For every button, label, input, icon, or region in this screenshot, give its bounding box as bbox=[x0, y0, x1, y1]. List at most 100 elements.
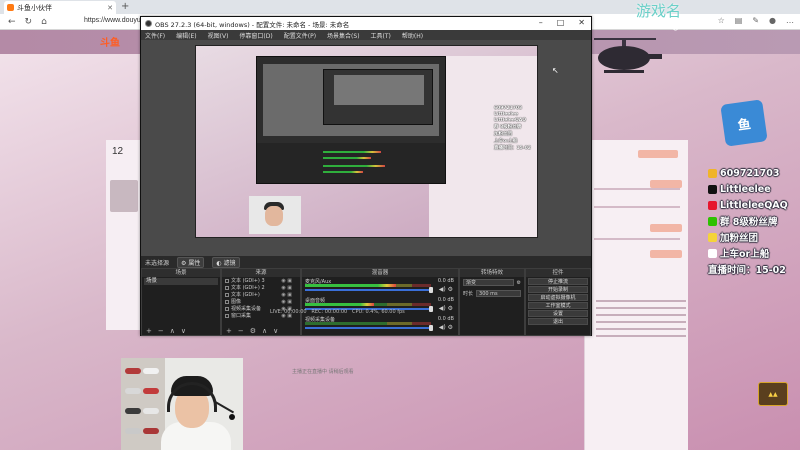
home-icon[interactable]: ⌂ bbox=[41, 17, 47, 27]
maximize-icon[interactable]: □ bbox=[557, 18, 565, 27]
obs-menu-item[interactable]: 工具(T) bbox=[371, 31, 391, 40]
mouse-cursor-icon: ↖ bbox=[552, 66, 559, 75]
obs-window: OBS 27.2.3 (64-bit, windows) - 配置文件: 未命名… bbox=[140, 16, 592, 336]
chat-badge bbox=[650, 250, 682, 258]
back-icon[interactable]: ← bbox=[8, 17, 16, 27]
source-settings-icon[interactable]: ⚙ bbox=[250, 327, 256, 335]
scenes-dock-title: 场景 bbox=[142, 269, 220, 277]
remove-source-icon[interactable]: − bbox=[238, 327, 244, 335]
duration-label: 时长 bbox=[463, 291, 474, 297]
volume-meter-level bbox=[305, 303, 375, 306]
filters-button[interactable]: ◐ 滤镜 bbox=[212, 256, 240, 268]
overlay-row: Littleelee bbox=[708, 182, 788, 196]
visibility-eye-icon[interactable]: ◉ ▣ bbox=[281, 285, 292, 291]
visibility-eye-icon[interactable]: ◉ ▣ bbox=[281, 292, 292, 298]
close-tab-icon[interactable]: ✕ bbox=[107, 4, 113, 12]
volume-slider-handle[interactable] bbox=[429, 325, 433, 331]
volume-slider-handle[interactable] bbox=[429, 287, 433, 293]
sources-dock-toolbar: + − ⚙ ∧ ∨ bbox=[222, 326, 300, 335]
obs-menu-item[interactable]: 视图(V) bbox=[208, 31, 229, 40]
remove-scene-icon[interactable]: − bbox=[158, 327, 164, 335]
overlay-row: 加粉丝团 bbox=[708, 230, 788, 244]
chat-badge bbox=[650, 180, 682, 188]
mixer-db-value: 0.0 dB bbox=[437, 297, 454, 303]
speaker-icon[interactable]: ◀) ⚙ bbox=[439, 324, 453, 331]
scene-item[interactable]: 场景 bbox=[144, 278, 218, 285]
douyu-logo[interactable]: 斗鱼 bbox=[100, 34, 120, 49]
plane-icon bbox=[708, 248, 717, 258]
obs-menu-item[interactable]: 帮助(H) bbox=[402, 31, 423, 40]
move-up-icon[interactable]: ∧ bbox=[262, 327, 267, 335]
control-button[interactable]: 开始录制 bbox=[528, 286, 588, 293]
properties-button[interactable]: ⚙ 属性 bbox=[177, 256, 205, 268]
obs-menu-item[interactable]: 场景集合(S) bbox=[327, 31, 360, 40]
source-item[interactable]: 文本 (GDI+) 3 ◉ ▣ bbox=[222, 277, 300, 284]
obs-menu-item[interactable]: 编辑(E) bbox=[176, 31, 196, 40]
obs-titlebar: OBS 27.2.3 (64-bit, windows) - 配置文件: 未命名… bbox=[141, 17, 591, 30]
add-scene-icon[interactable]: + bbox=[146, 327, 152, 335]
control-button[interactable]: 退出 bbox=[528, 318, 588, 325]
chat-line bbox=[594, 206, 680, 208]
add-source-icon[interactable]: + bbox=[226, 327, 232, 335]
sources-dock-title: 来源 bbox=[222, 269, 300, 277]
nested-obs-preview bbox=[263, 64, 439, 136]
rec-timer: REC: 00:00:00 bbox=[311, 309, 348, 315]
transition-type-select[interactable]: 渐变 bbox=[463, 279, 514, 286]
nested-webcam bbox=[249, 196, 301, 234]
new-tab-icon[interactable]: + bbox=[121, 1, 129, 12]
obs-menu-item[interactable]: 配置文件(P) bbox=[284, 31, 316, 40]
collections-icon[interactable]: ▤ bbox=[735, 16, 743, 25]
game-title: 游戏名 bbox=[636, 2, 682, 20]
obs-logo-icon bbox=[145, 20, 152, 27]
move-up-icon[interactable]: ∧ bbox=[170, 327, 175, 335]
wechat-icon bbox=[708, 216, 717, 226]
source-item[interactable]: 图像 ◉ ▣ bbox=[222, 298, 300, 305]
speaker-icon[interactable]: ◀) ⚙ bbox=[439, 305, 453, 312]
controls-dock: 控件 停止推流 开始录制 启动虚拟摄像机 工作室模式 设置 退出 bbox=[525, 268, 591, 336]
nested-overlay-text: 加粉丝团 bbox=[494, 132, 512, 137]
helicopter-artwork bbox=[594, 38, 662, 73]
game-badge-logo: 鱼 bbox=[720, 99, 768, 147]
more-icon[interactable]: … bbox=[786, 16, 794, 25]
obs-menu-item[interactable]: 文件(F) bbox=[145, 31, 165, 40]
close-window-icon[interactable]: ✕ bbox=[578, 18, 585, 27]
control-button[interactable]: 停止推流 bbox=[528, 278, 588, 285]
source-item[interactable]: 文本 (GDI+) 2 ◉ ▣ bbox=[222, 284, 300, 291]
volume-slider-handle[interactable] bbox=[429, 306, 433, 312]
refresh-icon[interactable]: ↻ bbox=[25, 17, 33, 27]
volume-slider[interactable] bbox=[305, 327, 431, 329]
move-down-icon[interactable]: ∨ bbox=[273, 327, 278, 335]
extensions-icon[interactable]: ✎ bbox=[752, 16, 759, 25]
obs-preview[interactable]: 609721703 Littleelee LittleleeQAQ 群 8级粉丝牌 加粉… bbox=[195, 45, 538, 238]
visibility-eye-icon[interactable]: ◉ ▣ bbox=[281, 299, 292, 305]
mixer-dock-title: 混音器 bbox=[302, 269, 458, 277]
overlay-text: Littleelee bbox=[720, 183, 771, 195]
source-name: 图像 bbox=[231, 299, 242, 305]
obs-title: OBS 27.2.3 (64-bit, windows) - 配置文件: 未命名… bbox=[155, 20, 350, 29]
volume-slider[interactable] bbox=[305, 289, 431, 291]
speaker-icon[interactable]: ◀) ⚙ bbox=[439, 286, 453, 293]
nested-overlay-text: 609721703 bbox=[494, 106, 523, 111]
webcam-feed bbox=[121, 358, 243, 450]
transition-settings-icon[interactable]: ⚙ bbox=[517, 280, 521, 286]
obs-menu-item[interactable]: 停靠窗口(D) bbox=[239, 31, 272, 40]
favorites-icon[interactable]: ☆ bbox=[718, 16, 725, 25]
anchor-avatar[interactable] bbox=[110, 180, 138, 212]
source-item[interactable]: 文本 (GDI+) ◉ ▣ bbox=[222, 291, 300, 298]
overlay-row: 群 8级粉丝牌 bbox=[708, 214, 788, 228]
profile-icon[interactable]: ● bbox=[769, 16, 776, 25]
browser-tab[interactable]: 斗鱼小伙伴 ✕ bbox=[4, 1, 116, 14]
minimize-icon[interactable]: – bbox=[539, 18, 543, 27]
nested-overlay: 609721703 Littleelee LittleleeQAQ 群 8级粉丝牌 加粉… bbox=[494, 106, 531, 151]
transitions-dock-title: 转场特效 bbox=[460, 269, 524, 277]
control-button[interactable]: 工作室模式 bbox=[528, 302, 588, 309]
sources-dock: 来源 文本 (GDI+) 3 ◉ ▣ 文本 (GDI+) 2 ◉ ▣ 文本 (GDI+)… bbox=[221, 268, 301, 336]
overlay-text: LittleleeQAQ bbox=[720, 199, 788, 211]
duration-input[interactable]: 300 ms bbox=[476, 290, 521, 297]
control-button[interactable]: 设置 bbox=[528, 310, 588, 317]
visibility-eye-icon[interactable]: ◉ ▣ bbox=[281, 278, 292, 284]
room-number: 12 bbox=[112, 146, 124, 157]
overlay-text: 群 8级粉丝牌 bbox=[720, 217, 778, 228]
control-button[interactable]: 启动虚拟摄像机 bbox=[528, 294, 588, 301]
move-down-icon[interactable]: ∨ bbox=[181, 327, 186, 335]
